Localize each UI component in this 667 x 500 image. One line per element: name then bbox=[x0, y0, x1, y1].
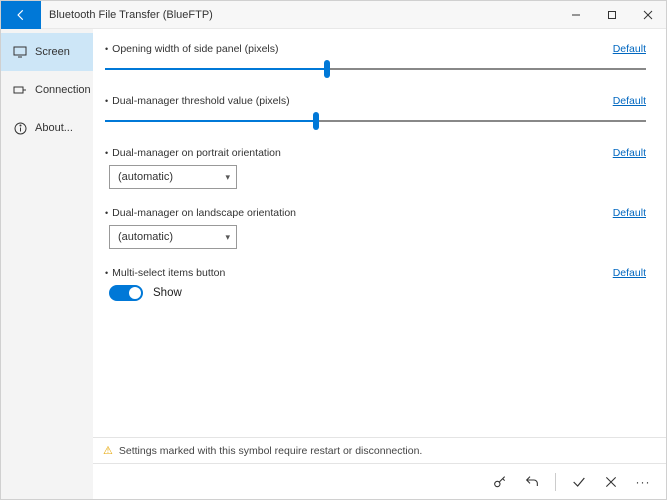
warning-icon: ⚠ bbox=[103, 444, 113, 457]
cancel-button[interactable] bbox=[602, 473, 620, 491]
setting-label: •Dual-manager on landscape orientation bbox=[105, 207, 296, 219]
slider-thumb[interactable] bbox=[313, 112, 319, 130]
sidebar-item-screen[interactable]: Screen bbox=[1, 33, 93, 71]
close-icon bbox=[643, 10, 653, 20]
body: Screen Connection About... •Opening widt… bbox=[1, 29, 666, 499]
maximize-icon bbox=[607, 10, 617, 20]
select-value: (automatic) bbox=[118, 171, 173, 183]
setting-label: •Opening width of side panel (pixels) bbox=[105, 43, 279, 55]
landscape-select[interactable]: (automatic) ▾ bbox=[109, 225, 237, 249]
info-icon bbox=[13, 122, 27, 135]
setting-opening-width: •Opening width of side panel (pixels) De… bbox=[105, 43, 646, 77]
close-button[interactable] bbox=[630, 1, 666, 29]
connection-icon bbox=[13, 84, 27, 96]
setting-label: •Multi-select items button bbox=[105, 267, 225, 279]
undo-icon bbox=[524, 474, 540, 490]
ellipsis-icon: ··· bbox=[636, 475, 651, 489]
arrow-left-icon bbox=[14, 8, 28, 22]
setting-label: •Dual-manager on portrait orientation bbox=[105, 147, 281, 159]
sidebar-item-label: Connection bbox=[35, 84, 91, 96]
default-link[interactable]: Default bbox=[613, 95, 646, 107]
apply-button[interactable] bbox=[570, 473, 588, 491]
bottom-toolbar: ··· bbox=[93, 463, 666, 499]
sidebar-item-about[interactable]: About... bbox=[1, 109, 93, 147]
window-controls bbox=[558, 1, 666, 29]
sidebar-item-connection[interactable]: Connection bbox=[1, 71, 93, 109]
toggle-state-label: Show bbox=[153, 287, 182, 299]
maximize-button[interactable] bbox=[594, 1, 630, 29]
check-icon bbox=[571, 474, 587, 490]
sidebar: Screen Connection About... bbox=[1, 29, 93, 499]
more-button[interactable]: ··· bbox=[634, 473, 652, 491]
footer-text: Settings marked with this symbol require… bbox=[119, 445, 422, 457]
select-value: (automatic) bbox=[118, 231, 173, 243]
portrait-select[interactable]: (automatic) ▾ bbox=[109, 165, 237, 189]
key-button[interactable] bbox=[491, 473, 509, 491]
undo-button[interactable] bbox=[523, 473, 541, 491]
footer-note: ⚠ Settings marked with this symbol requi… bbox=[93, 437, 666, 463]
sidebar-item-label: About... bbox=[35, 122, 73, 134]
sidebar-item-label: Screen bbox=[35, 46, 70, 58]
minimize-button[interactable] bbox=[558, 1, 594, 29]
key-icon bbox=[492, 474, 508, 490]
monitor-icon bbox=[13, 46, 27, 58]
setting-multiselect: •Multi-select items button Default Show bbox=[105, 267, 646, 301]
window-title: Bluetooth File Transfer (BlueFTP) bbox=[41, 9, 558, 21]
toolbar-separator bbox=[555, 473, 556, 491]
titlebar: Bluetooth File Transfer (BlueFTP) bbox=[1, 1, 666, 29]
back-button[interactable] bbox=[1, 1, 41, 29]
minimize-icon bbox=[571, 10, 581, 20]
dual-threshold-slider[interactable] bbox=[105, 113, 646, 129]
setting-landscape: •Dual-manager on landscape orientation D… bbox=[105, 207, 646, 249]
chevron-down-icon: ▾ bbox=[225, 172, 230, 183]
x-icon bbox=[604, 475, 618, 489]
opening-width-slider[interactable] bbox=[105, 61, 646, 77]
setting-portrait: •Dual-manager on portrait orientation De… bbox=[105, 147, 646, 189]
setting-dual-threshold: •Dual-manager threshold value (pixels) D… bbox=[105, 95, 646, 129]
default-link[interactable]: Default bbox=[613, 43, 646, 55]
multiselect-toggle[interactable] bbox=[109, 285, 143, 301]
setting-label: •Dual-manager threshold value (pixels) bbox=[105, 95, 290, 107]
content: •Opening width of side panel (pixels) De… bbox=[93, 29, 666, 499]
default-link[interactable]: Default bbox=[613, 147, 646, 159]
slider-thumb[interactable] bbox=[324, 60, 330, 78]
default-link[interactable]: Default bbox=[613, 207, 646, 219]
settings-panel: •Opening width of side panel (pixels) De… bbox=[93, 29, 666, 437]
default-link[interactable]: Default bbox=[613, 267, 646, 279]
chevron-down-icon: ▾ bbox=[225, 232, 230, 243]
app-window: Bluetooth File Transfer (BlueFTP) Screen… bbox=[0, 0, 667, 500]
